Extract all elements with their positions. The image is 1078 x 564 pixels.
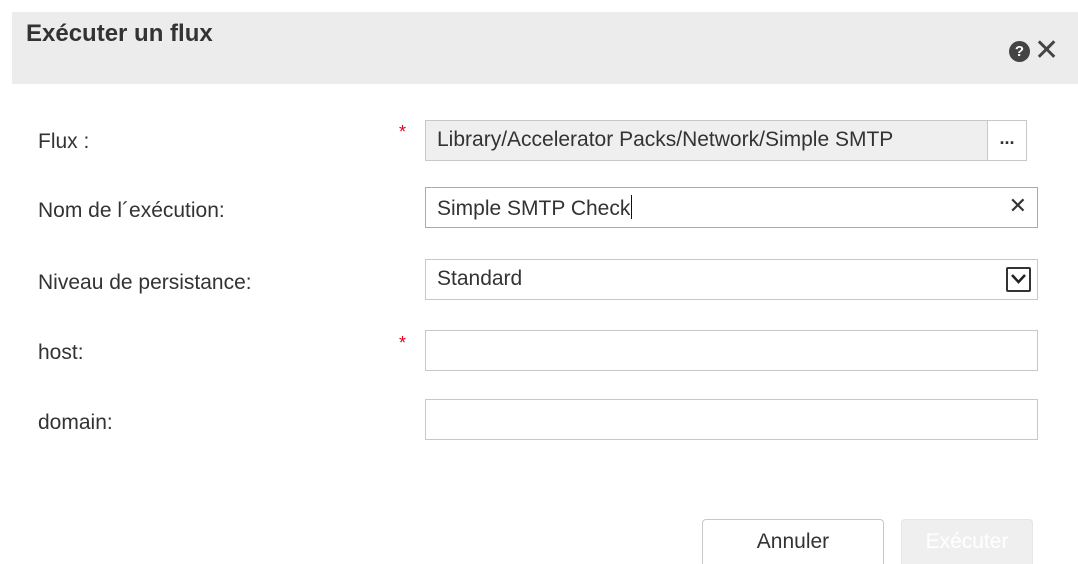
flow-label: Flux : [38,130,90,153]
persistence-select[interactable]: Standard [425,259,1038,300]
clear-icon[interactable]: ✕ [1009,193,1027,219]
flow-path-field: Library/Accelerator Packs/Network/Simple… [425,120,1026,161]
domain-input[interactable] [425,399,1038,440]
help-icon[interactable]: ? [1009,41,1030,62]
text-cursor [631,195,633,219]
close-icon[interactable]: ✕ [1034,35,1059,67]
host-label: host: [38,341,84,364]
browse-flow-button[interactable]: ... [987,120,1027,161]
dialog-title: Exécuter un flux [26,20,213,47]
host-input[interactable] [425,330,1038,371]
persistence-label: Niveau de persistance: [38,271,252,294]
run-name-label: Nom de l´exécution: [38,199,225,222]
run-name-value: Simple SMTP Check [437,195,633,220]
flow-required-mark: * [399,122,407,142]
flow-path-value: Library/Accelerator Packs/Network/Simple… [437,128,894,151]
run-name-input[interactable]: Simple SMTP Check ✕ [425,187,1038,228]
host-required-mark: * [399,333,407,353]
chevron-down-icon[interactable] [1006,267,1031,292]
run-button[interactable]: Exécuter [901,519,1033,564]
domain-label: domain: [38,411,113,434]
persistence-selected-value: Standard [437,267,523,290]
cancel-button[interactable]: Annuler [702,519,884,564]
